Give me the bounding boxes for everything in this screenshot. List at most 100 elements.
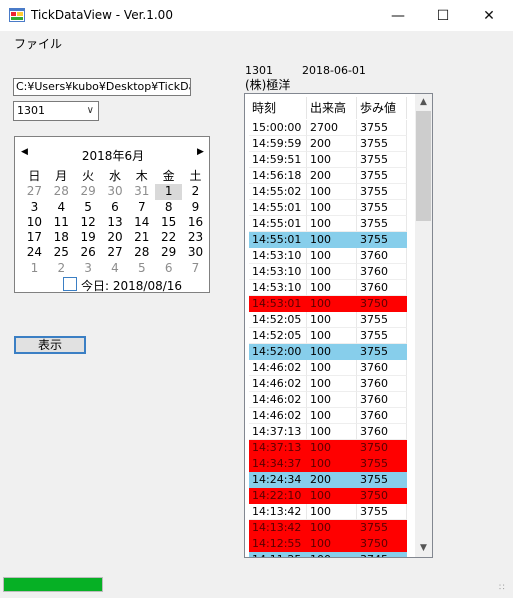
table-row[interactable]: 14:55:01 100 3755 <box>249 232 407 248</box>
calendar-day[interactable]: 4 <box>48 200 75 215</box>
calendar-day[interactable]: 30 <box>182 245 209 260</box>
table-row[interactable]: 14:52:05 100 3755 <box>249 312 407 328</box>
vertical-scrollbar[interactable]: ▲ ▼ <box>415 94 432 557</box>
table-row[interactable]: 14:37:13 100 3750 <box>249 440 407 456</box>
calendar-month-label[interactable]: 2018年6月 <box>15 147 211 164</box>
calendar-day[interactable]: 9 <box>182 200 209 215</box>
progress-fill <box>4 578 102 591</box>
calendar-day[interactable]: 8 <box>155 200 182 215</box>
table-row[interactable]: 14:52:00 100 3755 <box>249 344 407 360</box>
table-row[interactable]: 15:00:00 2700 3755 <box>249 120 407 136</box>
table-row[interactable]: 14:55:01 100 3755 <box>249 200 407 216</box>
calendar-day[interactable]: 13 <box>102 215 129 230</box>
calendar-day[interactable]: 31 <box>128 184 155 199</box>
calendar-day[interactable]: 18 <box>48 230 75 245</box>
menu-file[interactable]: ファイル <box>14 35 62 52</box>
calendar-day[interactable]: 6 <box>155 261 182 276</box>
calendar-day[interactable]: 30 <box>102 184 129 199</box>
calendar-day[interactable]: 21 <box>128 230 155 245</box>
calendar-day[interactable]: 17 <box>21 230 48 245</box>
calendar-day[interactable]: 7 <box>128 200 155 215</box>
calendar-day[interactable]: 12 <box>75 215 102 230</box>
table-row[interactable]: 14:13:42 100 3755 <box>249 504 407 520</box>
maximize-button[interactable]: ☐ <box>420 0 466 31</box>
next-month-icon[interactable]: ▶ <box>197 147 204 157</box>
table-row[interactable]: 14:46:02 100 3760 <box>249 392 407 408</box>
table-row[interactable]: 14:11:251003745 <box>249 552 407 557</box>
scroll-thumb[interactable] <box>416 111 431 221</box>
progress-bar <box>3 577 103 592</box>
table-row[interactable]: 14:53:10 100 3760 <box>249 280 407 296</box>
table-row[interactable]: 14:12:55 100 3750 <box>249 536 407 552</box>
calendar-day[interactable]: 5 <box>128 261 155 276</box>
table-row[interactable]: 14:59:59 200 3755 <box>249 136 407 152</box>
calendar-day[interactable]: 16 <box>182 215 209 230</box>
calendar-day[interactable]: 19 <box>75 230 102 245</box>
calendar-day[interactable]: 7 <box>182 261 209 276</box>
calendar-day[interactable]: 4 <box>102 261 129 276</box>
column-header-volume[interactable]: 出来高 <box>307 97 357 119</box>
calendar-day[interactable]: 25 <box>48 245 75 260</box>
table-row[interactable]: 14:22:10 100 3750 <box>249 488 407 504</box>
calendar-day[interactable]: 27 <box>102 245 129 260</box>
stock-code-combobox[interactable]: 1301 ∨ <box>13 101 99 121</box>
table-row[interactable]: 14:52:05 100 3755 <box>249 328 407 344</box>
table-row[interactable]: 14:37:13 100 3760 <box>249 424 407 440</box>
minimize-button[interactable]: — <box>375 0 421 31</box>
table-row[interactable]: 14:34:37 100 3755 <box>249 456 407 472</box>
scroll-down-icon[interactable]: ▼ <box>415 540 432 557</box>
calendar-day[interactable]: 3 <box>21 200 48 215</box>
table-row[interactable]: 14:59:51 100 3755 <box>249 152 407 168</box>
table-row[interactable]: 14:24:34 200 3755 <box>249 472 407 488</box>
calendar-day[interactable]: 28 <box>128 245 155 260</box>
calendar-day[interactable]: 28 <box>48 184 75 199</box>
calendar-day[interactable]: 6 <box>102 200 129 215</box>
calendar-day[interactable]: 22 <box>155 230 182 245</box>
cell-price: 3755 <box>357 184 407 200</box>
column-header-price[interactable]: 歩み値 <box>357 97 407 119</box>
calendar-day[interactable]: 26 <box>75 245 102 260</box>
cell-volume: 100 <box>307 408 357 424</box>
resize-grip-icon[interactable]: ∷ <box>499 583 505 593</box>
calendar-day[interactable]: 1 <box>155 184 183 200</box>
cell-price: 3760 <box>357 264 407 280</box>
calendar-today-label[interactable]: 今日: 2018/08/16 <box>81 277 182 294</box>
show-button[interactable]: 表示 <box>14 336 86 354</box>
table-row[interactable]: 14:53:10 100 3760 <box>249 264 407 280</box>
table-row[interactable]: 14:46:02 100 3760 <box>249 360 407 376</box>
table-row[interactable]: 14:46:02 100 3760 <box>249 408 407 424</box>
calendar-day[interactable]: 10 <box>21 215 48 230</box>
cell-volume: 100 <box>307 216 357 232</box>
calendar-day[interactable]: 5 <box>75 200 102 215</box>
calendar-day[interactable]: 24 <box>21 245 48 260</box>
calendar-day[interactable]: 27 <box>21 184 48 199</box>
chevron-down-icon[interactable]: ∨ <box>87 105 94 116</box>
calendar-day[interactable]: 29 <box>75 184 102 199</box>
table-row[interactable]: 14:13:42 100 3755 <box>249 520 407 536</box>
calendar-day[interactable]: 14 <box>128 215 155 230</box>
tick-data-grid[interactable]: 時刻 出来高 歩み値 15:00:00 2700 3755 14:59:59 200 37… <box>244 93 433 558</box>
cell-time: 14:53:10 <box>249 248 307 264</box>
cell-time: 14:53:10 <box>249 264 307 280</box>
table-row[interactable]: 14:56:18 200 3755 <box>249 168 407 184</box>
table-row[interactable]: 14:53:01 100 3750 <box>249 296 407 312</box>
calendar-day[interactable]: 15 <box>155 215 182 230</box>
calendar-day[interactable]: 29 <box>155 245 182 260</box>
path-input[interactable]: C:¥Users¥kubo¥Desktop¥TickData <box>13 78 191 96</box>
calendar-day[interactable]: 3 <box>75 261 102 276</box>
scroll-up-icon[interactable]: ▲ <box>415 94 432 111</box>
table-row[interactable]: 14:55:01 100 3755 <box>249 216 407 232</box>
calendar-day[interactable]: 23 <box>182 230 209 245</box>
column-header-time[interactable]: 時刻 <box>249 97 307 119</box>
calendar-day[interactable]: 1 <box>21 261 48 276</box>
calendar-day[interactable]: 11 <box>48 215 75 230</box>
today-marker[interactable] <box>63 277 77 291</box>
table-row[interactable]: 14:46:02 100 3760 <box>249 376 407 392</box>
month-calendar[interactable]: ◀ 2018年6月 ▶ 日月火水木金土 27 28 29 30 31 1 2 3 4 5 6 7 8 9 10… <box>14 136 210 293</box>
calendar-day[interactable]: 2 <box>182 184 209 199</box>
close-button[interactable]: ✕ <box>466 0 512 31</box>
calendar-day[interactable]: 20 <box>102 230 129 245</box>
table-row[interactable]: 14:53:10 100 3760 <box>249 248 407 264</box>
calendar-day[interactable]: 2 <box>48 261 75 276</box>
table-row[interactable]: 14:55:02 100 3755 <box>249 184 407 200</box>
